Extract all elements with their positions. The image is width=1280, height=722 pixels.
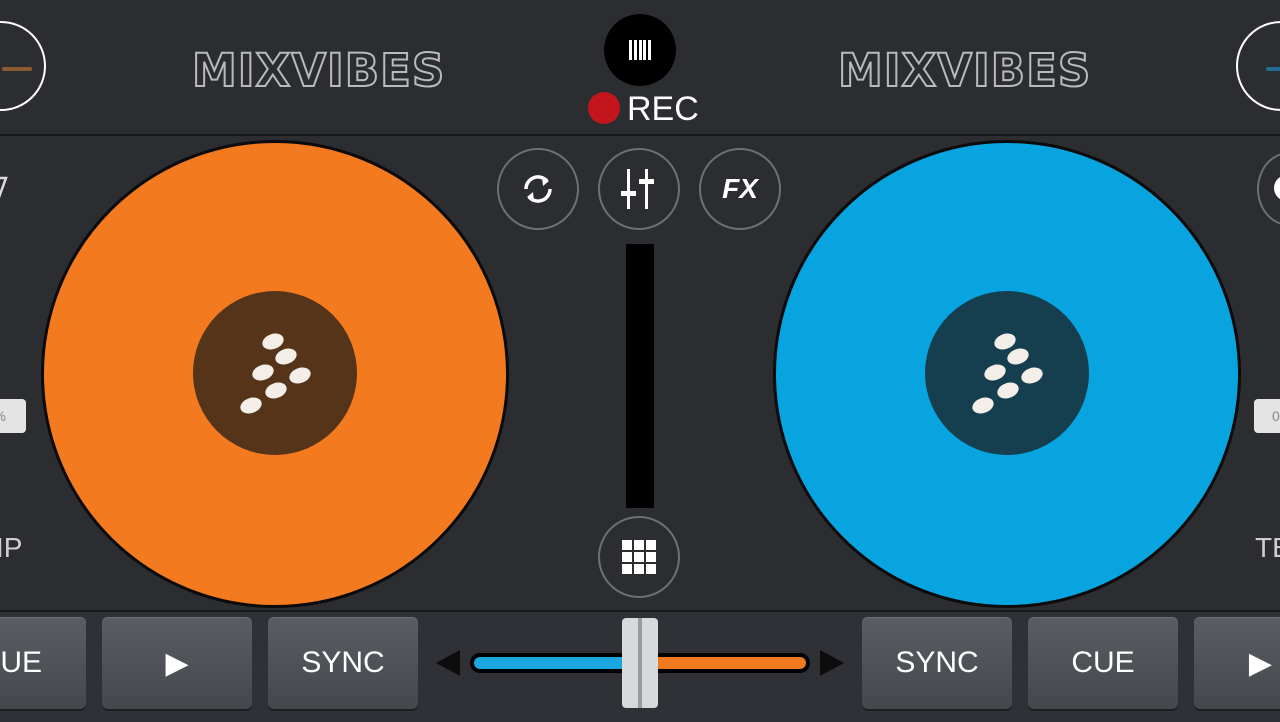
loop-icon [524,175,552,203]
deck-a-play-button[interactable]: ▶ [102,617,252,709]
sampler-button[interactable] [598,516,680,598]
loop-button[interactable] [497,148,579,230]
deck-b-jog-wheel[interactable] [773,140,1241,608]
crossfader-right-arrow-icon[interactable] [820,650,844,676]
deck-a-filter-icon[interactable] [0,172,10,202]
deck-b-play-button[interactable]: ▶ [1194,617,1280,709]
deck-b-pitch-text: 0 [1272,408,1280,424]
deck-b-gain-indicator [1266,67,1280,71]
deck-a-sync-label: SYNC [301,646,385,679]
mixer-button[interactable] [598,148,680,230]
record-bars-icon [629,40,651,60]
deck-a-pitch-value[interactable]: % [0,399,26,433]
deck-b-temp-label: TE [1255,532,1280,563]
deck-b-cue-button[interactable]: CUE [1028,617,1178,709]
gear-icon [1274,177,1280,199]
deck-b-logo: MIXVIBES [837,43,1092,98]
sampler-grid-icon [622,540,656,574]
deck-b-sync-button[interactable]: SYNC [862,617,1012,709]
crossfader-deck-a-side [474,657,634,669]
deck-a-gain-indicator [2,67,32,71]
master-level-meter [626,244,654,508]
play-icon: ▶ [1248,646,1272,680]
deck-b-center-label [925,291,1089,455]
deck-a-sync-button[interactable]: SYNC [268,617,418,709]
deck-b-settings-button[interactable] [1257,152,1280,226]
deck-a-center-label [193,291,357,455]
fx-label: FX [722,173,758,204]
mixer-sliders-icon [621,169,654,209]
deck-b-sync-label: SYNC [895,646,979,679]
crossfader-deck-b-side [646,657,806,669]
deck-a-temp-label: IP [0,532,23,563]
deck-a-pitch-text: % [0,408,6,424]
crossfader-handle[interactable] [622,618,658,708]
deck-b-cue-label: CUE [1071,646,1135,679]
fx-button[interactable]: FX [699,148,781,230]
crossfader-left-arrow-icon[interactable] [436,650,460,676]
deck-a-cue-label: CUE [0,646,42,679]
record-label[interactable]: REC [627,90,699,129]
deck-a-logo: MIXVIBES [191,43,446,98]
play-icon: ▶ [165,646,189,680]
deck-a-jog-wheel[interactable] [41,140,509,608]
record-menu-button[interactable] [604,14,676,86]
deck-b-pitch-value[interactable]: 0 [1254,399,1280,433]
deck-a-cue-button[interactable]: CUE [0,617,86,709]
record-icon[interactable] [588,92,620,124]
crossfader-handle-groove [638,618,642,708]
